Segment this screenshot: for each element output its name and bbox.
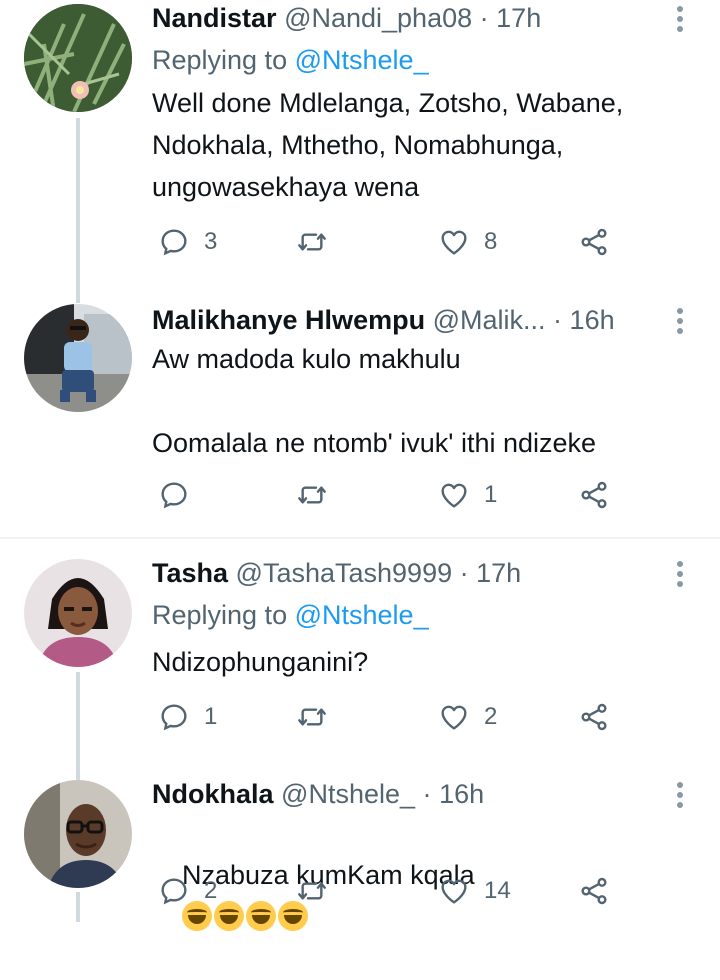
like-icon <box>441 230 467 255</box>
action-bar: 1 2 <box>152 699 622 735</box>
retweet-icon <box>298 882 326 900</box>
display-name[interactable]: Tasha <box>152 558 228 588</box>
reply-icon <box>161 229 187 256</box>
retweet-button[interactable] <box>296 224 342 260</box>
replying-to-label: Replying to <box>152 45 288 75</box>
replying-to: Replying to @Ntshele_ <box>152 597 429 633</box>
timestamp[interactable]: 16h <box>570 305 615 335</box>
tweet[interactable]: Tasha @TashaTash9999 · 17h Replying to @… <box>0 555 720 765</box>
mention-link[interactable]: @Ntshele_ <box>295 600 429 630</box>
more-icon[interactable] <box>664 778 696 814</box>
share-icon <box>581 877 607 905</box>
reply-button[interactable]: 2 <box>158 873 217 909</box>
separator-dot: · <box>479 3 489 33</box>
like-button[interactable]: 2 <box>438 699 497 735</box>
more-icon[interactable] <box>664 304 696 340</box>
like-button[interactable]: 14 <box>438 873 511 909</box>
display-name[interactable]: Ndokhala <box>152 779 274 809</box>
avatar[interactable] <box>24 559 132 667</box>
tweet-text: Ndizophunganini? <box>152 647 369 677</box>
reply-button[interactable]: 1 <box>158 699 217 735</box>
reply-count: 3 <box>204 228 218 255</box>
avatar[interactable] <box>24 304 132 412</box>
share-button[interactable] <box>578 477 610 513</box>
action-bar: 3 8 <box>152 224 622 260</box>
like-button[interactable]: 8 <box>438 224 497 260</box>
user-handle[interactable]: @Nandi_pha08 <box>284 3 472 33</box>
separator-dot: · <box>553 305 563 335</box>
replying-to: Replying to @Ntshele_ <box>152 42 429 78</box>
avatar[interactable] <box>24 780 132 888</box>
timestamp[interactable]: 16h <box>439 779 484 809</box>
retweet-button[interactable] <box>296 873 342 909</box>
timestamp[interactable]: 17h <box>476 558 521 588</box>
tweet-header: Malikhanye Hlwempu @Malik... · 16h <box>152 302 652 338</box>
tweet-divider <box>0 537 720 539</box>
user-handle[interactable]: @Malik... <box>433 305 546 335</box>
action-bar: 1 <box>152 477 622 513</box>
retweet-icon <box>298 708 326 726</box>
reply-button[interactable] <box>158 477 204 513</box>
timestamp[interactable]: 17h <box>496 3 541 33</box>
mention-link[interactable]: @Ntshele_ <box>295 45 429 75</box>
tweet-header: Tasha @TashaTash9999 · 17h <box>152 555 652 591</box>
reply-count: 1 <box>204 703 218 730</box>
share-button[interactable] <box>578 224 610 260</box>
like-icon <box>441 879 467 904</box>
reply-button[interactable]: 3 <box>158 224 217 260</box>
display-name[interactable]: Nandistar <box>152 3 277 33</box>
retweet-button[interactable] <box>296 699 342 735</box>
like-count: 1 <box>484 481 498 508</box>
reply-icon <box>161 482 187 509</box>
separator-dot: · <box>422 779 432 809</box>
retweet-icon <box>298 233 326 251</box>
separator-dot: · <box>459 558 469 588</box>
tweet-text: Aw madoda kulo makhulu Oomalala ne ntomb… <box>152 344 597 458</box>
like-count: 14 <box>484 877 511 904</box>
avatar[interactable] <box>24 4 132 112</box>
more-icon[interactable] <box>664 557 696 593</box>
reply-icon <box>161 878 187 905</box>
tweet[interactable]: Ndokhala @Ntshele_ · 16h Nzabuza kumKam … <box>0 776 720 931</box>
tweet-text: Well done Mdlelanga, Zotsho, Wabane, Ndo… <box>152 88 631 202</box>
reply-count: 2 <box>204 877 218 904</box>
tweet-header: Ndokhala @Ntshele_ · 16h <box>152 776 652 812</box>
retweet-button[interactable] <box>296 477 342 513</box>
display-name[interactable]: Malikhanye Hlwempu <box>152 305 425 335</box>
retweet-icon <box>298 486 326 504</box>
share-icon <box>581 481 607 509</box>
user-handle[interactable]: @Ntshele_ <box>281 779 415 809</box>
like-count: 2 <box>484 703 498 730</box>
like-icon <box>441 483 467 508</box>
tweet[interactable]: Nandistar @Nandi_pha08 · 17h Replying to… <box>0 0 720 290</box>
like-icon <box>441 705 467 730</box>
like-button[interactable]: 1 <box>438 477 497 513</box>
tweet[interactable]: Malikhanye Hlwempu @Malik... · 16h Aw ma… <box>0 300 720 532</box>
share-icon <box>581 228 607 256</box>
like-count: 8 <box>484 228 498 255</box>
replying-to-label: Replying to <box>152 600 288 630</box>
share-button[interactable] <box>578 699 610 735</box>
user-handle[interactable]: @TashaTash9999 <box>236 558 453 588</box>
share-button[interactable] <box>578 873 610 909</box>
reply-icon <box>161 704 187 731</box>
action-bar: 2 14 <box>152 873 622 909</box>
share-icon <box>581 703 607 731</box>
more-icon[interactable] <box>664 2 696 38</box>
tweet-header: Nandistar @Nandi_pha08 · 17h <box>152 0 652 36</box>
